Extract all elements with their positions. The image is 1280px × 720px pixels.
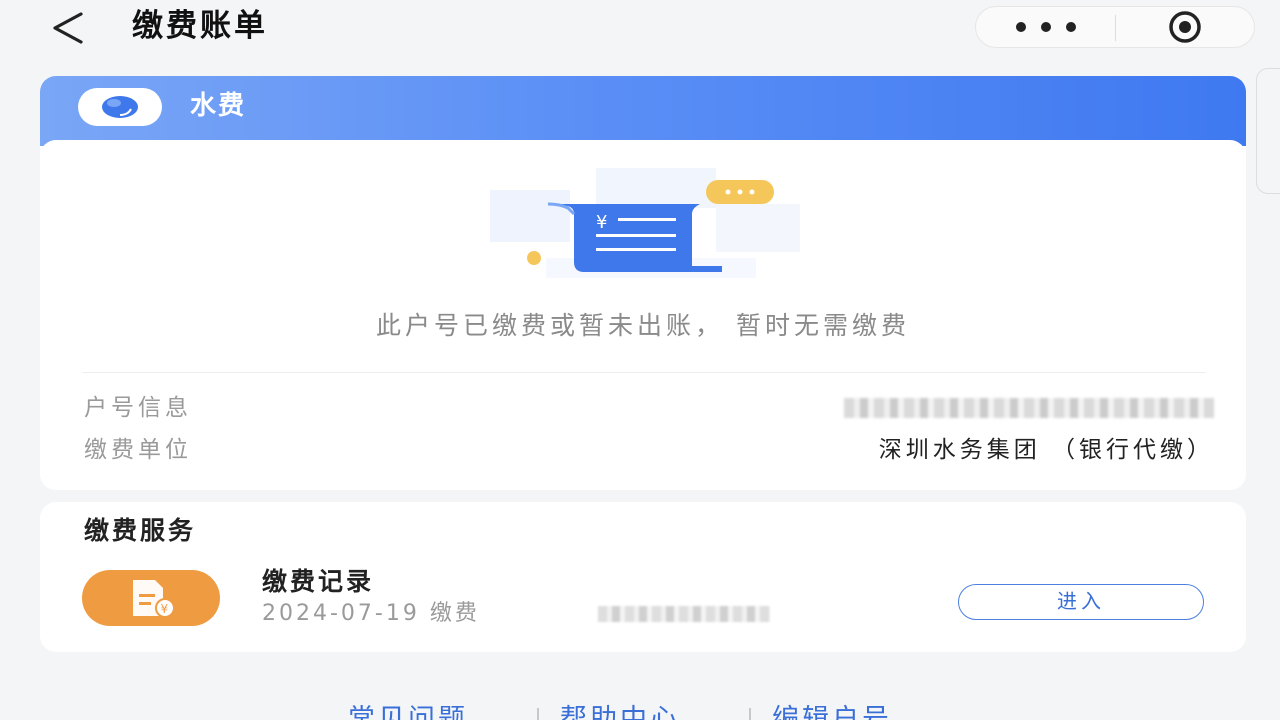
card-title: 水费	[190, 91, 247, 121]
close-button[interactable]	[1116, 7, 1254, 47]
service-title: 缴费服务	[84, 516, 197, 545]
back-button[interactable]	[42, 6, 92, 50]
water-drop-icon	[102, 96, 138, 118]
divider	[82, 372, 1206, 373]
account-label: 户号信息	[84, 395, 192, 421]
faq-link[interactable]: 常见问题	[348, 702, 468, 720]
empty-state-message: 此户号已缴费或暂未出账， 暂时无需缴费	[376, 311, 910, 340]
unit-value: 深圳水务集团 （银行代缴）	[878, 437, 1214, 463]
enter-button[interactable]: 进入	[958, 584, 1204, 620]
footer-separator	[537, 708, 539, 720]
record-amount-obscured	[598, 606, 770, 622]
bill-receipt-icon: ¥	[490, 168, 800, 278]
payment-service-card: 缴费服务 ¥ 缴费记录 2024-07-19 缴费 进入	[40, 502, 1246, 652]
record-subtitle: 2024-07-19 缴费	[262, 601, 480, 626]
side-floating-tab[interactable]	[1256, 68, 1280, 194]
mini-program-capsule	[975, 6, 1255, 48]
target-circle-icon	[1169, 11, 1201, 43]
water-card-body: ¥ 此户号已缴费或暂未出账， 暂时无需缴费 户号信息 缴费单位 深圳水务集团 （…	[40, 140, 1246, 490]
more-dots-icon	[1016, 22, 1076, 32]
record-title: 缴费记录	[262, 567, 375, 596]
water-logo	[78, 88, 162, 126]
payment-record-icon: ¥	[133, 580, 175, 618]
account-number-obscured	[844, 398, 1214, 418]
page-title: 缴费账单	[132, 8, 268, 44]
top-bar: 缴费账单	[0, 0, 1280, 60]
chevron-left-icon	[53, 12, 83, 44]
help-center-link[interactable]: 帮助中心	[560, 702, 680, 720]
water-bill-card: 水费 ¥ 此户号已缴费或暂未出账， 暂时无需缴费 户号信息 缴费单位 深圳水务集…	[40, 76, 1246, 490]
payment-record-icon-wrap: ¥	[82, 570, 220, 626]
unit-label: 缴费单位	[84, 437, 192, 463]
footer-links: 常见问题 帮助中心 编辑户号	[0, 702, 1280, 720]
edit-account-link[interactable]: 编辑户号	[772, 702, 892, 720]
unit-row: 缴费单位 深圳水务集团 （银行代缴）	[84, 432, 1214, 468]
more-button[interactable]	[976, 7, 1116, 47]
footer-separator	[749, 708, 751, 720]
account-row: 户号信息	[84, 390, 1214, 426]
svg-text:¥: ¥	[161, 602, 169, 616]
water-card-header: 水费	[40, 76, 1246, 146]
svg-text:¥: ¥	[596, 212, 607, 233]
